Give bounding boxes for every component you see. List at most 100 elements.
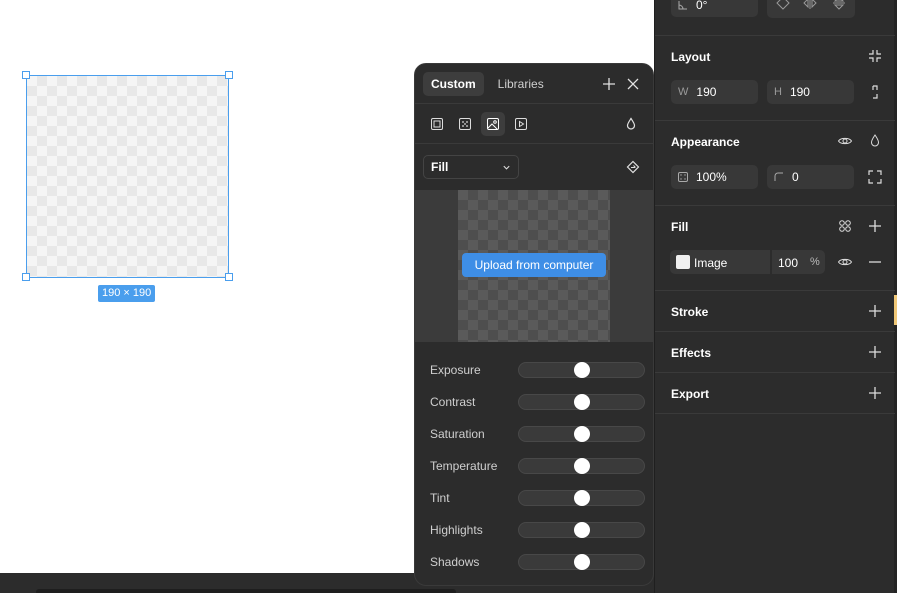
solid-fill-icon[interactable] bbox=[425, 112, 449, 136]
appearance-title: Appearance bbox=[671, 135, 740, 149]
appearance-section: Appearance 100% 0 bbox=[655, 121, 895, 206]
adjustment-row: Exposure bbox=[415, 354, 653, 386]
width-value: 190 bbox=[696, 85, 717, 99]
eye-icon[interactable] bbox=[837, 133, 853, 149]
tint-slider[interactable] bbox=[517, 490, 645, 506]
eye-icon[interactable] bbox=[837, 254, 853, 270]
corner-radius-icon bbox=[774, 171, 784, 183]
image-frame[interactable] bbox=[26, 75, 229, 278]
rotation-value: 0° bbox=[696, 0, 708, 12]
slider-knob[interactable] bbox=[573, 522, 590, 538]
layout-section: Layout W 190 H 190 bbox=[655, 36, 895, 121]
adjustment-row: Contrast bbox=[415, 386, 653, 418]
add-stroke-icon[interactable] bbox=[867, 303, 883, 319]
export-title: Export bbox=[671, 387, 710, 401]
collapse-icon[interactable] bbox=[867, 48, 883, 64]
mode-row: Fill bbox=[415, 144, 653, 190]
opacity-icon bbox=[678, 171, 688, 183]
adjustment-label: Exposure bbox=[430, 363, 481, 377]
resize-handle-top-left[interactable] bbox=[22, 71, 30, 79]
image-preview: Upload from computer bbox=[415, 190, 653, 342]
rotate-image-icon[interactable] bbox=[621, 155, 645, 179]
add-effect-icon[interactable] bbox=[867, 344, 883, 360]
add-icon[interactable] bbox=[597, 72, 621, 96]
tab-libraries[interactable]: Libraries bbox=[490, 72, 552, 96]
drop-icon[interactable] bbox=[619, 112, 643, 136]
fill-opacity-unit: % bbox=[810, 256, 820, 268]
upload-button[interactable]: Upload from computer bbox=[462, 253, 606, 277]
fill-type-row bbox=[415, 104, 653, 144]
exposure-slider[interactable] bbox=[517, 362, 645, 378]
image-fill-icon[interactable] bbox=[481, 111, 505, 136]
highlights-slider[interactable] bbox=[517, 522, 645, 538]
frame-size-badge: 190 × 190 bbox=[98, 285, 156, 302]
height-value: 190 bbox=[789, 85, 810, 99]
fill-type-label: Image bbox=[694, 256, 728, 270]
slider-knob[interactable] bbox=[573, 458, 590, 474]
contrast-slider[interactable] bbox=[517, 394, 645, 410]
adjustment-label: Highlights bbox=[430, 523, 483, 537]
fill-swatch[interactable] bbox=[676, 255, 690, 269]
transform-section: 0° bbox=[655, 0, 895, 36]
slider-knob[interactable] bbox=[573, 394, 590, 410]
temperature-slider[interactable] bbox=[517, 458, 645, 474]
stroke-section: Stroke bbox=[655, 291, 895, 332]
constrain-proportions-icon[interactable] bbox=[867, 84, 883, 100]
adjustment-row: Tint bbox=[415, 482, 653, 514]
rotate-icon[interactable] bbox=[775, 0, 791, 11]
height-label: H bbox=[774, 86, 782, 98]
flip-vertical-icon[interactable] bbox=[831, 0, 847, 11]
transform-buttons bbox=[767, 0, 855, 18]
styles-icon[interactable] bbox=[837, 218, 853, 234]
flip-horizontal-icon[interactable] bbox=[802, 0, 818, 11]
stroke-title: Stroke bbox=[671, 305, 709, 319]
corner-radius-value: 0 bbox=[792, 170, 799, 184]
add-fill-icon[interactable] bbox=[867, 218, 883, 234]
shadows-slider[interactable] bbox=[517, 554, 645, 570]
adjustment-row: Shadows bbox=[415, 546, 653, 578]
popover-header: Custom Libraries bbox=[415, 64, 653, 104]
height-field[interactable]: H 190 bbox=[767, 80, 854, 104]
remove-fill-icon[interactable] bbox=[867, 254, 883, 270]
opacity-value: 100% bbox=[696, 170, 727, 184]
slider-knob[interactable] bbox=[573, 490, 590, 506]
angle-icon bbox=[678, 0, 688, 11]
saturation-slider[interactable] bbox=[517, 426, 645, 442]
add-export-icon[interactable] bbox=[867, 385, 883, 401]
resize-handle-top-right[interactable] bbox=[225, 71, 233, 79]
slider-knob[interactable] bbox=[573, 362, 590, 378]
effects-title: Effects bbox=[671, 346, 712, 360]
fill-mode-value: Fill bbox=[431, 160, 449, 174]
adjustment-label: Temperature bbox=[430, 459, 498, 473]
tab-custom[interactable]: Custom bbox=[423, 71, 484, 96]
chevron-down-icon bbox=[503, 165, 510, 170]
fill-divider bbox=[770, 250, 772, 274]
adjustment-label: Contrast bbox=[430, 395, 476, 409]
toolbar-track bbox=[36, 589, 456, 593]
adjustments-list: Exposure Contrast Saturation Temperature… bbox=[415, 342, 653, 578]
slider-knob[interactable] bbox=[573, 554, 590, 570]
fill-popover: Custom Libraries Fill Upload from comput… bbox=[414, 63, 654, 586]
width-label: W bbox=[678, 86, 689, 98]
fill-opacity-value[interactable]: 100 bbox=[778, 256, 798, 270]
width-field[interactable]: W 190 bbox=[671, 80, 758, 104]
effects-section: Effects bbox=[655, 332, 895, 373]
adjustment-label: Saturation bbox=[430, 427, 485, 441]
resize-handle-bottom-left[interactable] bbox=[22, 273, 30, 281]
slider-knob[interactable] bbox=[573, 426, 590, 442]
fill-mode-select[interactable]: Fill bbox=[423, 155, 519, 179]
opacity-field[interactable]: 100% bbox=[671, 165, 758, 189]
independent-corners-icon[interactable] bbox=[867, 169, 883, 185]
gradient-fill-icon[interactable] bbox=[453, 112, 477, 136]
export-section: Export bbox=[655, 373, 895, 414]
fill-title: Fill bbox=[671, 220, 689, 234]
adjustment-row: Highlights bbox=[415, 514, 653, 546]
drop-icon[interactable] bbox=[867, 133, 883, 149]
fill-layer-row[interactable]: Image 100 % bbox=[670, 250, 825, 274]
corner-radius-field[interactable]: 0 bbox=[767, 165, 854, 189]
resize-handle-bottom-right[interactable] bbox=[225, 273, 233, 281]
close-icon[interactable] bbox=[621, 72, 645, 96]
rotation-field[interactable]: 0° bbox=[671, 0, 758, 17]
properties-panel: 0° Layout W 190 H 190 Appearance 100% 0 … bbox=[654, 0, 897, 593]
video-fill-icon[interactable] bbox=[509, 112, 533, 136]
